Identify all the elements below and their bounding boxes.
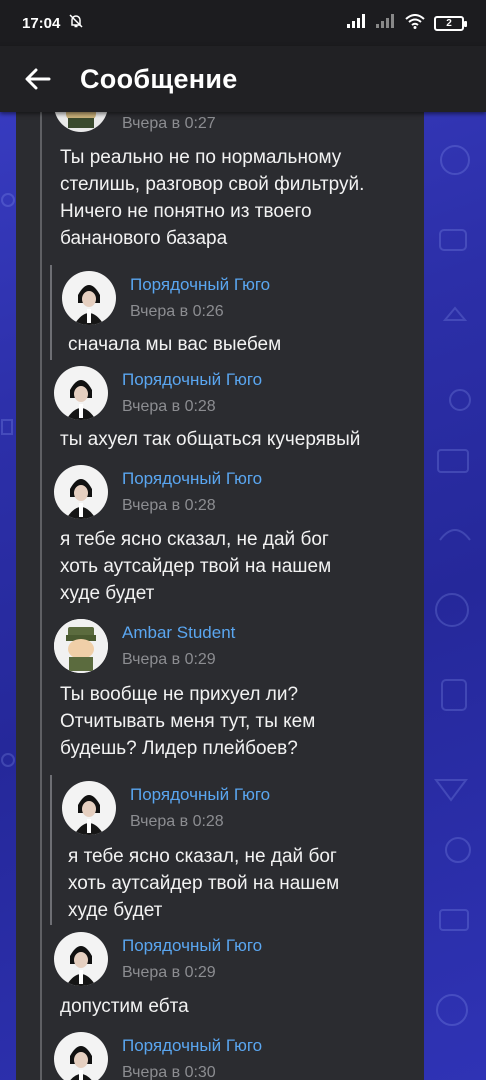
message-text: Ты вообще не прихуел ли? Отчитывать меня…: [60, 684, 316, 759]
status-bar: 17:04 2: [0, 0, 486, 46]
app-bar: Сообщение: [0, 46, 486, 112]
message-date: Вчера в 0:28: [122, 497, 216, 514]
message-date: Вчера в 0:26: [130, 303, 224, 320]
message-author[interactable]: Порядочный Гюго: [122, 370, 262, 390]
signal-icon: [347, 14, 367, 32]
message-date: Вчера в 0:29: [122, 651, 216, 668]
message-author[interactable]: Порядочный Гюго: [130, 275, 270, 295]
message-text: я тебе ясно сказал, не дай бог хоть аутс…: [60, 529, 332, 604]
arrow-left-icon[interactable]: [22, 63, 54, 95]
message-text: сначала мы вас выебем: [68, 334, 282, 355]
message-text: ты ахуел так общаться кучерявый: [60, 429, 361, 450]
message-date: Вчера в 0:30: [122, 1064, 216, 1080]
avatar[interactable]: [54, 366, 108, 420]
avatar[interactable]: [54, 619, 108, 673]
message-date: Вчера в 0:27: [122, 115, 216, 132]
message-author[interactable]: Порядочный Гюго: [122, 469, 262, 489]
message-text: я тебе ясно сказал, не дай бог хоть аутс…: [68, 846, 340, 921]
message-text: Ты реально не по нормальному стелишь, ра…: [60, 147, 365, 249]
signal-icon: [376, 14, 396, 32]
page-title: Сообщение: [80, 63, 238, 94]
avatar[interactable]: [62, 271, 116, 325]
message-thread[interactable]: Вчера в 0:27 Ты реально не по нормальном…: [16, 112, 424, 1080]
bell-off-icon: [68, 13, 84, 33]
avatar[interactable]: [54, 465, 108, 519]
message-author[interactable]: Порядочный Гюго: [122, 936, 262, 956]
status-time: 17:04: [22, 14, 61, 32]
wifi-icon: [405, 13, 425, 33]
message-author[interactable]: Ambar Student: [122, 623, 235, 643]
battery-icon: 2: [434, 15, 467, 31]
avatar[interactable]: [54, 932, 108, 986]
message-author[interactable]: Порядочный Гюго: [130, 785, 270, 805]
battery-level: 2: [446, 17, 452, 29]
avatar[interactable]: [62, 781, 116, 835]
quote-bar: [50, 775, 52, 925]
avatar[interactable]: [54, 112, 108, 132]
message-author[interactable]: Порядочный Гюго: [122, 1036, 262, 1056]
quote-bar: [50, 265, 52, 360]
message-date: Вчера в 0:28: [122, 398, 216, 415]
message-text: допустим ебта: [60, 996, 189, 1017]
avatar[interactable]: [54, 1032, 108, 1080]
message-date: Вчера в 0:28: [130, 813, 224, 830]
message-date: Вчера в 0:29: [122, 964, 216, 981]
thread-line: [40, 112, 42, 1080]
